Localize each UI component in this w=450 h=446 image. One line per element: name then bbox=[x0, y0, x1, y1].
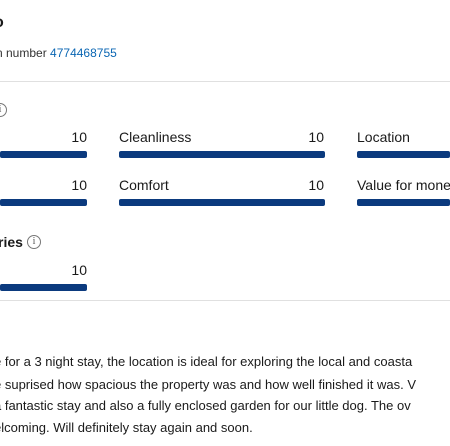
rating-score-comfort: 10 bbox=[308, 177, 324, 193]
review-line-4: elcoming. Will definitely stay again and… bbox=[0, 420, 253, 435]
rating-label-location: Location bbox=[357, 129, 410, 145]
review-line-2: e suprised how spacious the property was… bbox=[0, 377, 416, 392]
review-line-1: e for a 3 night stay, the location is id… bbox=[0, 354, 413, 369]
subrating-score: 10 bbox=[71, 262, 87, 278]
subrating-bar-fill bbox=[0, 284, 87, 291]
header-divider bbox=[0, 81, 450, 82]
rating-bar-1-fill bbox=[0, 151, 87, 158]
rating-score-1: 10 bbox=[71, 129, 87, 145]
rating-label-comfort: Comfort bbox=[119, 177, 169, 193]
registration-label: n number bbox=[0, 46, 47, 60]
info-circle-icon[interactable]: i bbox=[27, 235, 41, 249]
registration-number-link[interactable]: 4774468755 bbox=[50, 46, 117, 60]
rating-score-4: 10 bbox=[71, 177, 87, 193]
property-title: o bbox=[0, 14, 4, 32]
subratings-title: ries bbox=[0, 234, 23, 250]
rating-bar-cleanliness bbox=[119, 151, 325, 158]
rating-label-cleanliness: Cleanliness bbox=[119, 129, 192, 145]
info-circle-icon[interactable]: i bbox=[0, 103, 7, 117]
rating-bar-value-fill bbox=[357, 199, 450, 206]
rating-label-value: Value for mone bbox=[357, 177, 450, 193]
rating-bar-4 bbox=[0, 199, 87, 206]
rating-score-cleanliness: 10 bbox=[308, 129, 324, 145]
rating-bar-location-fill bbox=[357, 151, 450, 158]
rating-bar-comfort bbox=[119, 199, 325, 206]
property-details-page: o n number 4774468755 i 10 Cleanliness 1… bbox=[0, 0, 450, 446]
registration-line: n number 4774468755 bbox=[0, 46, 117, 60]
rating-bar-1 bbox=[0, 151, 87, 158]
rating-bar-value bbox=[357, 199, 450, 206]
rating-bar-location bbox=[357, 151, 450, 158]
review-line-3: a fantastic stay and also a fully enclos… bbox=[0, 398, 411, 413]
rating-bar-comfort-fill bbox=[119, 199, 325, 206]
rating-bar-4-fill bbox=[0, 199, 87, 206]
subrating-bar bbox=[0, 284, 87, 291]
section-divider bbox=[0, 300, 450, 301]
rating-bar-cleanliness-fill bbox=[119, 151, 325, 158]
